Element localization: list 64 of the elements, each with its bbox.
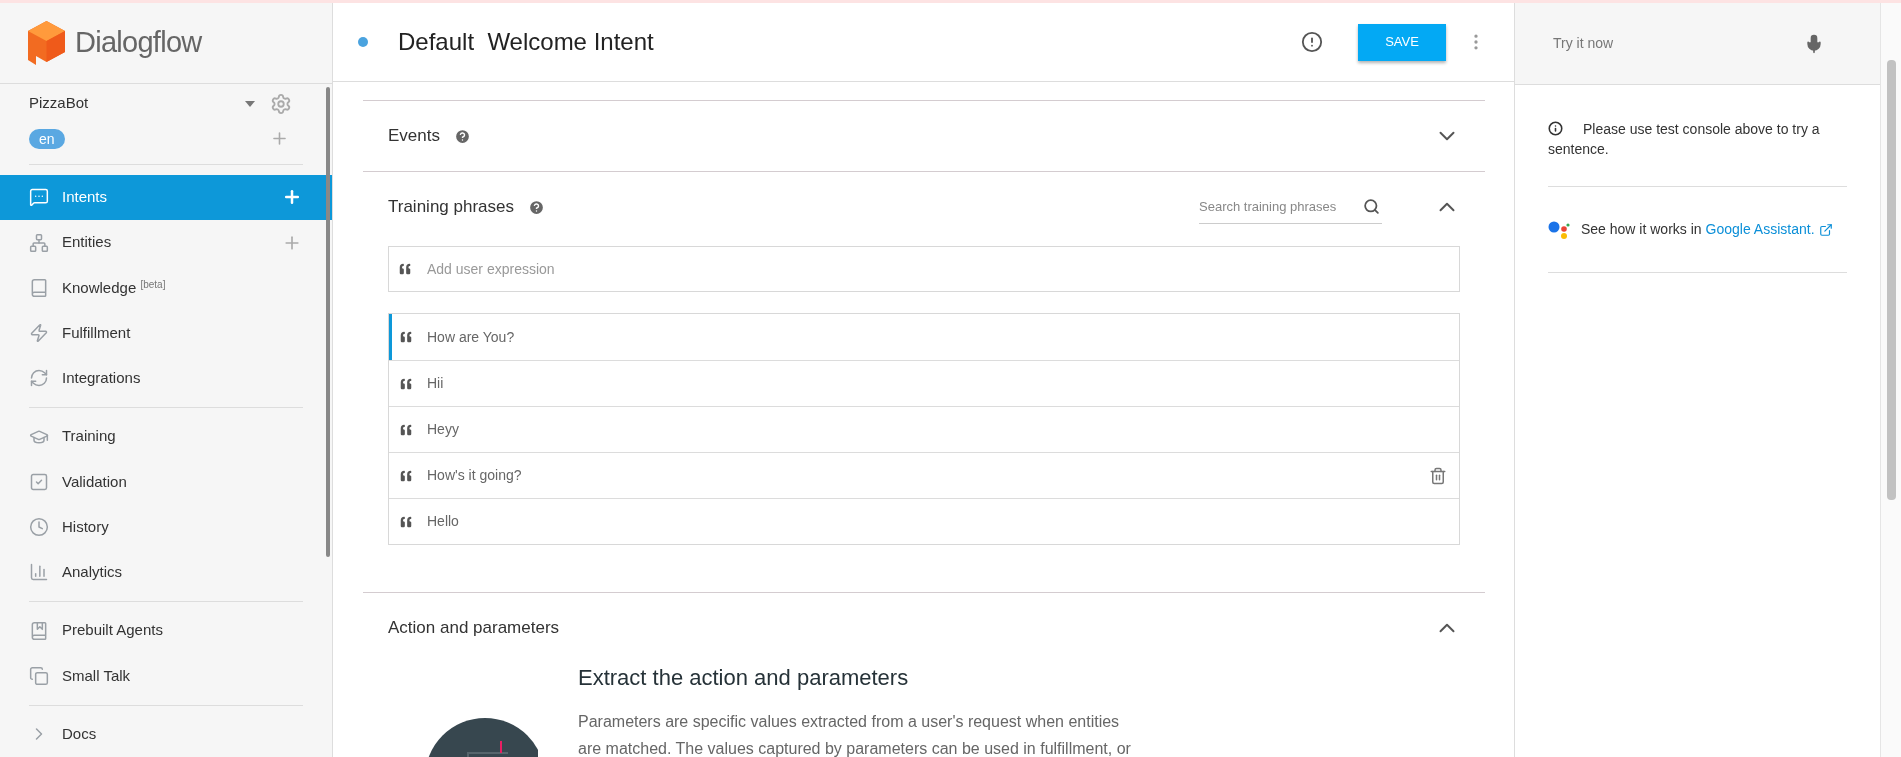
nav-item[interactable]: Integrations — [0, 355, 332, 402]
expression-input[interactable]: Add user expression — [388, 246, 1460, 292]
nav-item[interactable]: Analytics — [0, 549, 332, 596]
search-field[interactable]: Search training phrases — [1199, 190, 1382, 224]
quote-icon — [398, 262, 412, 276]
quote-icon — [399, 468, 413, 483]
nav-item[interactable]: Docs — [0, 711, 332, 757]
phrase-text: Hello — [427, 512, 460, 531]
agent-name[interactable]: PizzaBot — [29, 92, 244, 115]
checked-box-icon — [29, 471, 49, 492]
section-heading: Extract the action and parameters — [578, 664, 910, 692]
logo-text: Dialogflow — [75, 25, 202, 61]
clock-icon — [29, 517, 49, 538]
nav-item[interactable]: History — [0, 504, 332, 550]
quote-icon — [399, 422, 413, 437]
phrase-text: Heyy — [427, 420, 460, 439]
phrase-text: Hii — [427, 374, 445, 393]
nav-item[interactable]: Small Talk — [0, 653, 332, 699]
scrollbar[interactable] — [326, 87, 330, 557]
alert-icon[interactable] — [1301, 31, 1323, 53]
info-icon — [1548, 121, 1563, 136]
nav-item[interactable]: Knowledge $^{[beta]}$ — [0, 265, 332, 311]
assistant-link[interactable]: Google Assistant. — [1705, 219, 1815, 240]
quote-icon — [399, 330, 413, 344]
intent-title: Default Welcome Intent — [398, 27, 655, 57]
phrase-row[interactable]: Heyy — [389, 406, 1459, 452]
phrase-text: How's it going? — [427, 466, 523, 485]
nav-item[interactable]: Fulfillment — [0, 310, 332, 356]
help-icon[interactable] — [528, 198, 545, 216]
phrase-text: How are You? — [427, 327, 516, 347]
assistant-text: See how it works in — [1581, 220, 1702, 239]
bar-chart-icon — [29, 562, 49, 583]
stacked-windows-icon — [29, 666, 49, 686]
phrase-row[interactable]: Hello — [389, 498, 1459, 544]
refresh-icon — [29, 368, 49, 389]
test-input-field[interactable]: Try it now — [1553, 33, 1804, 54]
book-icon — [29, 277, 49, 298]
dropdown-caret-icon[interactable] — [244, 99, 256, 108]
info-message: Please use test console above to try a sentence. — [1548, 120, 1821, 159]
section-title: Events — [388, 125, 440, 148]
status-dot-icon — [358, 37, 368, 47]
nav-item[interactable]: Prebuilt Agents — [0, 608, 332, 654]
nav-item[interactable]: Validation — [0, 459, 332, 505]
search-icon[interactable] — [1363, 198, 1380, 215]
phrase-row[interactable]: How's it going? — [389, 452, 1459, 498]
microphone-icon[interactable] — [1804, 33, 1824, 54]
nav-item[interactable]: Training — [0, 414, 332, 460]
lightning-icon — [29, 323, 49, 344]
bookmark-book-icon — [29, 620, 49, 641]
section-title: Training phrases — [388, 196, 514, 219]
page-scrollbar[interactable] — [1886, 60, 1896, 500]
external-link-icon[interactable] — [1818, 222, 1833, 237]
phrase-row[interactable]: Hii — [389, 360, 1459, 406]
trash-icon[interactable] — [1429, 466, 1447, 485]
nav-item[interactable]: Entities — [0, 220, 332, 266]
quote-icon — [399, 376, 413, 391]
quote-icon — [399, 514, 413, 529]
section-description: Parameters are specific values extracted from a user's request when entities are matched. The values captured by parameters can be used in fulfillment, or — [578, 712, 1132, 757]
chat-bubble-icon — [29, 187, 49, 208]
cube-logo-icon — [28, 20, 65, 65]
hierarchy-icon — [29, 232, 49, 253]
help-icon[interactable] — [454, 127, 471, 145]
phrase-row[interactable]: How are You? — [389, 314, 1459, 360]
section-title: Action and parameters — [388, 617, 560, 640]
